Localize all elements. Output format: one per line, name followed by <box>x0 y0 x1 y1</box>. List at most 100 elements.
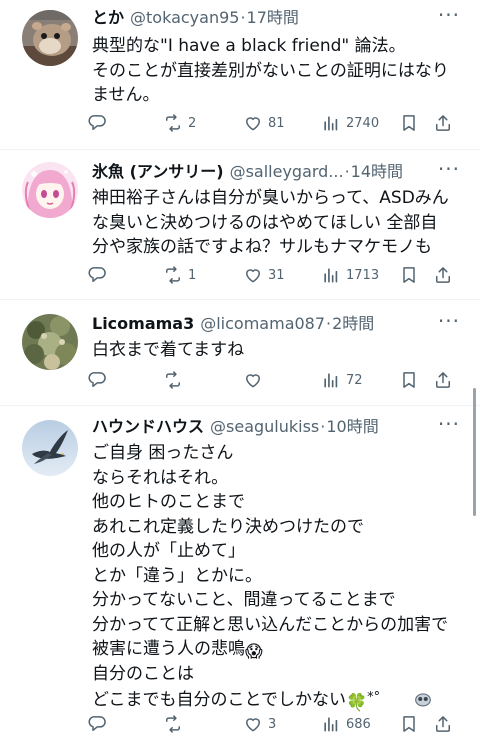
share-button[interactable] <box>433 110 453 136</box>
share-icon <box>436 372 450 388</box>
hamster-avatar[interactable] <box>22 10 78 66</box>
tweet-text-segment: どこまでも自分のことでしかない <box>92 690 346 710</box>
tweet-header: とか @tokacyan95 · 17時間 ··· <box>92 5 466 30</box>
tweet-header: ハウンドハウス @seagulukiss · 10時間 ··· <box>92 414 466 439</box>
user-handle[interactable]: @salleygard... <box>230 160 344 184</box>
timestamp[interactable]: 10時間 <box>326 415 378 439</box>
tweet-text-line: 他のヒトのことまで <box>92 492 245 512</box>
timestamp[interactable]: 17時間 <box>247 6 299 30</box>
tweet-text-line: 分かってて正解と思い込んだことからの加害で <box>92 614 449 635</box>
share-icon <box>436 267 450 283</box>
tweet-text-line: 白衣まで着てますね <box>92 340 245 360</box>
tweet-text-line: 自分のことは <box>92 663 194 684</box>
anime-girl-avatar[interactable] <box>22 162 78 218</box>
view-count: 2740 <box>346 115 380 131</box>
bookmark-button[interactable] <box>399 367 419 393</box>
tweet-text-line: な臭いと決めつけるのはやめてほしい 全部自 <box>92 212 438 233</box>
share-icon <box>436 716 450 732</box>
retweet-count: 1 <box>188 267 197 283</box>
like-button[interactable] <box>243 367 268 393</box>
action-bar: 1 31 1713 <box>88 262 462 288</box>
action-bar: 2 81 2740 <box>88 110 462 136</box>
bookmark-icon <box>403 716 415 732</box>
reply-button[interactable] <box>88 262 108 288</box>
retweet-icon <box>166 371 180 389</box>
view-count: 72 <box>346 372 363 388</box>
separator: · <box>344 162 350 181</box>
separator: · <box>240 8 246 27</box>
tweet-text-line: 典型的な"I have a black friend" 論法。 <box>92 36 406 56</box>
like-button[interactable]: 31 <box>243 262 285 288</box>
tweet-text-line: そのことが直接差別がないことの証明にはなり <box>92 60 449 81</box>
reply-button[interactable] <box>88 711 108 737</box>
user-handle[interactable]: @tokacyan95 <box>130 6 239 30</box>
view-count: 1713 <box>346 267 380 283</box>
display-name[interactable]: ハウンドハウス <box>92 415 204 439</box>
views-button[interactable]: 72 <box>321 367 363 393</box>
like-button[interactable]: 3 <box>243 711 276 737</box>
reply-icon <box>88 372 106 387</box>
tweet[interactable]: ハウンドハウス @seagulukiss · 10時間 ··· ご自身 困ったさ… <box>0 406 480 746</box>
action-bar: 3 686 <box>88 711 462 737</box>
tweet-text-line: 分や家族の話ですよね？サルもナマケモノも <box>92 237 432 257</box>
retweet-button[interactable]: 1 <box>163 262 196 288</box>
tweet-text: 典型的な"I have a black friend" 論法。 そのことが直接差… <box>92 34 464 108</box>
tweet-text-line: ならそれはそれ。 <box>92 467 229 488</box>
seagull-avatar[interactable] <box>22 420 78 476</box>
retweet-count: 2 <box>188 115 197 131</box>
more-icon[interactable]: ··· <box>438 311 460 331</box>
view-count: 686 <box>346 716 371 732</box>
share-icon <box>436 115 450 131</box>
retweet-button[interactable] <box>163 367 188 393</box>
tweet-header: 氷魚 (アンサリー) @salleygard... · 14時間 ··· <box>92 159 466 184</box>
more-icon[interactable]: ··· <box>438 159 460 179</box>
tweet-text-line: ません。 <box>92 85 160 105</box>
reply-icon <box>88 716 106 731</box>
tweet-text-line: 分かってないこと、間違ってることまで <box>92 590 396 610</box>
views-button[interactable]: 686 <box>321 711 371 737</box>
tweet-text-segment: 被害に遭う人の悲鳴 <box>92 639 245 659</box>
more-icon[interactable]: ··· <box>438 5 460 25</box>
like-button[interactable]: 81 <box>243 110 285 136</box>
display-name[interactable]: 氷魚 (アンサリー) <box>92 160 224 184</box>
reply-button[interactable] <box>88 367 108 393</box>
tweet-text-line: どこまでも自分のことでしかない🍀*° <box>92 686 464 713</box>
user-handle[interactable]: @seagulukiss <box>210 415 319 439</box>
bookmark-button[interactable] <box>399 262 419 288</box>
share-button[interactable] <box>433 711 453 737</box>
timestamp[interactable]: 2時間 <box>332 312 374 336</box>
views-button[interactable]: 2740 <box>321 110 379 136</box>
plant-avatar[interactable] <box>22 314 78 370</box>
share-button[interactable] <box>433 367 453 393</box>
retweet-button[interactable]: 2 <box>163 110 196 136</box>
heart-icon <box>246 374 260 388</box>
like-count: 3 <box>268 716 277 732</box>
tweet-text-line: とか「違う」とかに。 <box>92 565 262 586</box>
views-icon <box>324 717 338 732</box>
share-button[interactable] <box>433 262 453 288</box>
translate-icon[interactable] <box>412 688 434 710</box>
views-icon <box>324 116 338 131</box>
tweet[interactable]: Licomama3 @licomama087 · 2時間 ··· 白衣まで着てま… <box>0 300 480 406</box>
bookmark-button[interactable] <box>399 711 419 737</box>
display-name[interactable]: Licomama3 <box>92 312 194 336</box>
user-handle[interactable]: @licomama087 <box>200 312 325 336</box>
tweet-text-line: 被害に遭う人の悲鳴😱 <box>92 637 464 662</box>
display-name[interactable]: とか <box>92 6 124 30</box>
scrollbar[interactable] <box>473 388 476 516</box>
tweet-header: Licomama3 @licomama087 · 2時間 ··· <box>92 311 466 336</box>
tweet[interactable]: とか @tokacyan95 · 17時間 ··· 典型的な"I have a … <box>0 0 480 150</box>
reply-button[interactable] <box>88 110 108 136</box>
retweet-icon <box>166 266 180 284</box>
reply-icon <box>88 115 106 130</box>
tweet-text-line: 他の人が「止めて」 <box>92 541 245 561</box>
more-icon[interactable]: ··· <box>438 414 460 434</box>
bookmark-button[interactable] <box>399 110 419 136</box>
separator: · <box>326 314 332 333</box>
reply-icon <box>88 267 106 282</box>
views-button[interactable]: 1713 <box>321 262 379 288</box>
timestamp[interactable]: 14時間 <box>351 160 403 184</box>
scream-emoji: 😱 <box>245 642 263 662</box>
retweet-button[interactable] <box>163 711 188 737</box>
tweet[interactable]: 氷魚 (アンサリー) @salleygard... · 14時間 ··· 神田裕… <box>0 150 480 300</box>
